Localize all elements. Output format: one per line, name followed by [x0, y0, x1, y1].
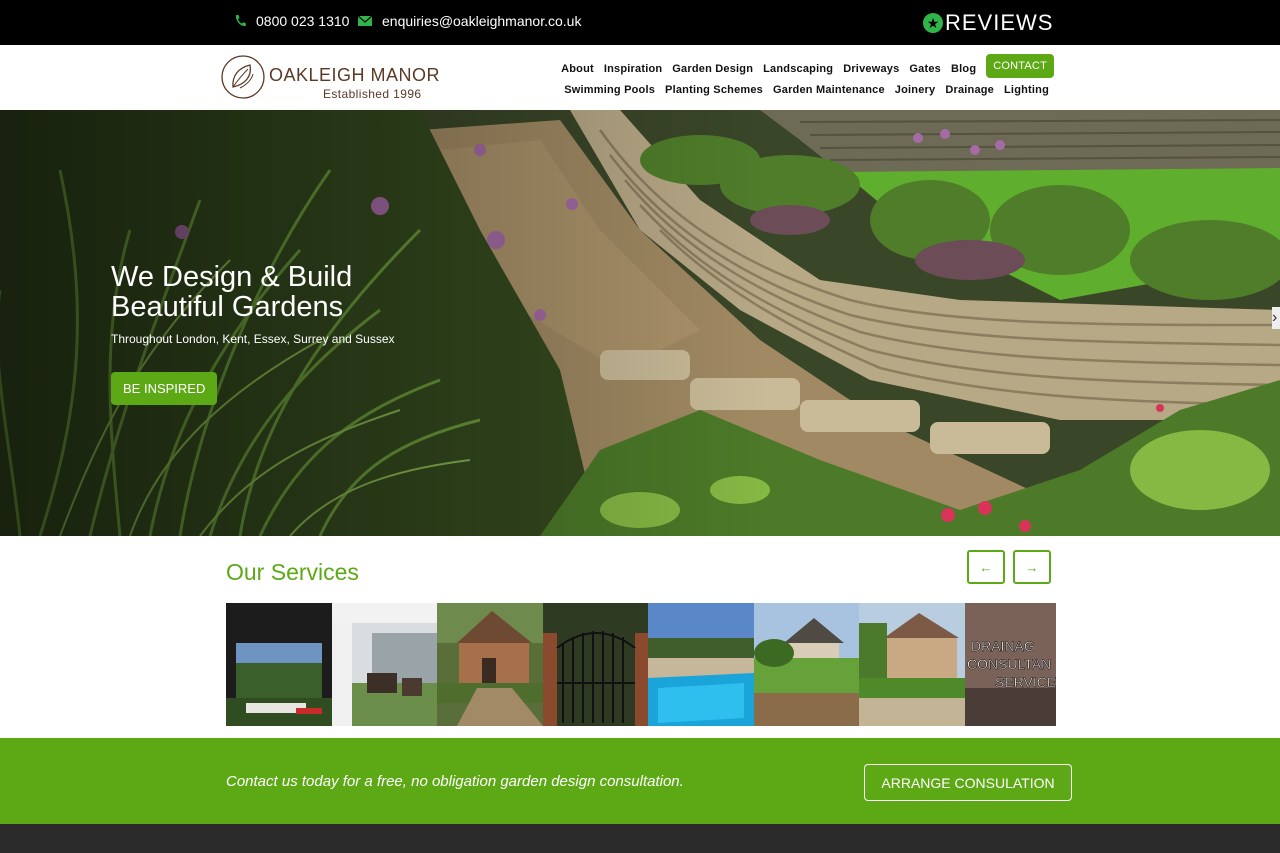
nav-drainage[interactable]: Drainage: [945, 84, 994, 96]
be-inspired-button[interactable]: BE INSPIRED: [111, 372, 218, 405]
nav-swimming-pools[interactable]: Swimming Pools: [564, 84, 655, 96]
nav-landscaping[interactable]: Landscaping: [763, 63, 833, 75]
email-address: enquiries@oakleighmanor.co.uk: [382, 13, 582, 29]
secondary-nav: Swimming Pools Planting Schemes Garden M…: [564, 84, 1049, 96]
site-header: OAKLEIGH MANOR Established 1996 About In…: [0, 45, 1280, 110]
service-thumb-garden-maintenance[interactable]: [859, 603, 965, 726]
footer: [0, 824, 1280, 853]
hero-title: We Design & Build Beautiful Gardens: [111, 261, 353, 323]
star-icon: ★: [923, 13, 943, 33]
top-bar: 0800 023 1310 enquiries@oakleighmanor.co…: [0, 0, 1280, 45]
nav-joinery[interactable]: Joinery: [895, 84, 936, 96]
contact-button[interactable]: CONTACT: [986, 54, 1054, 78]
nav-about[interactable]: About: [561, 63, 594, 75]
services-next-button[interactable]: →: [1013, 550, 1051, 584]
services-prev-button[interactable]: ←: [967, 550, 1005, 584]
phone-number: 0800 023 1310: [256, 13, 350, 29]
reviews-link[interactable]: ★ REVIEWS: [923, 10, 1053, 36]
reviews-label: REVIEWS: [945, 10, 1054, 35]
service-thumb-planting-schemes[interactable]: [753, 603, 859, 726]
services-heading: Our Services: [226, 559, 359, 585]
consultation-band: Contact us today for a free, no obligati…: [0, 738, 1280, 824]
nav-garden-maintenance[interactable]: Garden Maintenance: [773, 84, 885, 96]
service-thumb-landscaping[interactable]: [331, 603, 437, 726]
services-section: Our Services ← → DRAINAG CONSULTAN SERVI…: [0, 536, 1280, 738]
primary-nav: About Inspiration Garden Design Landscap…: [561, 54, 1054, 78]
mail-icon: [358, 16, 372, 26]
service-thumb-driveways[interactable]: [437, 603, 543, 726]
arrow-right-icon: →: [1025, 559, 1039, 575]
service-thumb-garden-design[interactable]: [226, 603, 332, 726]
hero-banner: We Design & Build Beautiful Gardens Thro…: [0, 110, 1280, 536]
nav-lighting[interactable]: Lighting: [1004, 84, 1049, 96]
nav-gates[interactable]: Gates: [909, 63, 941, 75]
leaf-logo-icon: [221, 55, 265, 99]
consultation-message: Contact us today for a free, no obligati…: [226, 773, 684, 790]
nav-blog[interactable]: Blog: [951, 63, 976, 75]
slider-next-icon[interactable]: ›: [1272, 307, 1280, 329]
phone-icon: [235, 15, 246, 27]
arrow-left-icon: ←: [979, 559, 993, 575]
logo-tagline: Established 1996: [323, 87, 422, 101]
svg-text:SERVICE: SERVICE: [995, 674, 1056, 690]
nav-inspiration[interactable]: Inspiration: [604, 63, 662, 75]
hero-overlay: [0, 110, 1280, 536]
service-thumb-swimming-pools[interactable]: [648, 603, 754, 726]
svg-text:CONSULTAN: CONSULTAN: [967, 656, 1051, 672]
service-thumb-drainage[interactable]: DRAINAG CONSULTAN SERVICE: [964, 603, 1056, 726]
nav-driveways[interactable]: Driveways: [843, 63, 899, 75]
service-thumb-gates[interactable]: [542, 603, 648, 726]
nav-garden-design[interactable]: Garden Design: [672, 63, 753, 75]
email-link[interactable]: enquiries@oakleighmanor.co.uk: [358, 13, 581, 29]
services-carousel: DRAINAG CONSULTAN SERVICE: [226, 603, 1056, 726]
logo[interactable]: OAKLEIGH MANOR Established 1996: [220, 54, 440, 102]
svg-text:DRAINAG: DRAINAG: [971, 638, 1035, 654]
hero-subtitle: Throughout London, Kent, Essex, Surrey a…: [111, 332, 395, 346]
nav-planting-schemes[interactable]: Planting Schemes: [665, 84, 763, 96]
phone-link[interactable]: 0800 023 1310: [234, 13, 349, 29]
logo-name: OAKLEIGH MANOR: [269, 65, 441, 85]
arrange-consultation-button[interactable]: ARRANGE CONSULATION: [864, 764, 1072, 801]
